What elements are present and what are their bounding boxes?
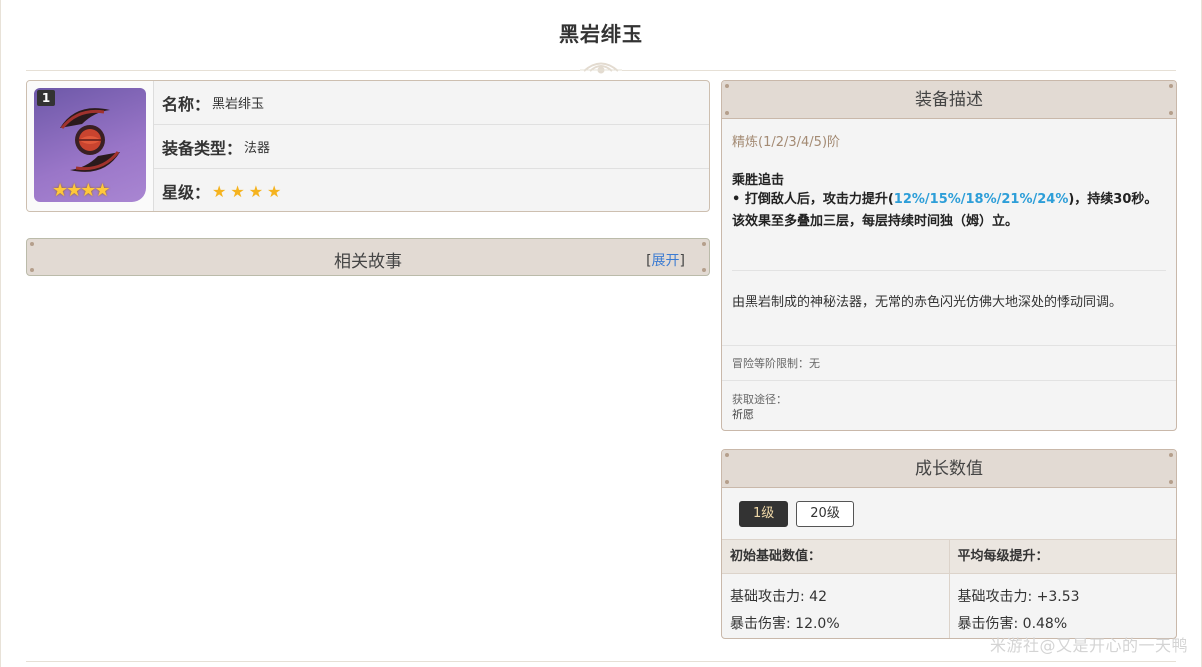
stats-table: 初始基础数值： 平均每级提升： 基础攻击力: 42 暴击伤害: 12.0% 基础… (722, 539, 1177, 638)
skill-prefix: • 打倒敌人后，攻击力提升( (732, 192, 894, 207)
story-section-header: 相关故事 [展开] (26, 238, 710, 276)
skill-values: 12%/15%/18%/21%/24% (893, 192, 1069, 207)
rarity-row: 星级： ★ ★ ★ ★ (154, 169, 709, 211)
avatar-cell: 1 ★★★★ (27, 81, 154, 211)
stats-body-row: 基础攻击力: 42 暴击伤害: 12.0% 基础攻击力: +3.53 暴击伤害:… (722, 574, 1177, 638)
level-tabs: 1级 20级 (739, 501, 854, 527)
divider-ornament-icon (580, 56, 622, 80)
growth-title: 成长数值 (915, 459, 983, 479)
corner-dot (725, 480, 729, 484)
bracket-close: ] (679, 253, 685, 269)
type-label: 装备类型： (162, 138, 243, 158)
divider (722, 380, 1176, 381)
avatar-rarity-stars: ★★★★ (52, 180, 111, 201)
catalyst-icon (60, 108, 120, 172)
growth-header: 成长数值 (722, 450, 1176, 488)
level-tab-20[interactable]: 20级 (796, 501, 854, 527)
skill-name: 乘胜追击 (732, 173, 785, 188)
growth-panel: 成长数值 1级 20级 初始基础数值： 平均每级提升： 基础攻击力: 42 暴击… (721, 449, 1177, 639)
level-tab-1[interactable]: 1级 (739, 501, 789, 527)
level-limit: 冒险等阶限制：无 (732, 357, 820, 370)
name-label: 名称： (162, 94, 211, 114)
name-value: 黑岩绯玉 (212, 97, 265, 112)
star-icon: ★ (230, 181, 245, 201)
source-value: 祈愿 (732, 408, 754, 421)
rarity-label: 星级： (162, 183, 211, 202)
type-row: 装备类型： 法器 (154, 125, 709, 169)
watermark: 米游社@又是开心的一天鸭 (989, 636, 1188, 655)
base-crit-dmg: 暴击伤害: 12.0% (730, 616, 840, 632)
base-stats-header: 初始基础数值： (730, 549, 822, 564)
corner-dot (1169, 111, 1173, 115)
description-title: 装备描述 (915, 90, 983, 110)
divider (732, 270, 1166, 271)
corner-dot (725, 111, 729, 115)
story-expand-link[interactable]: 展开 (652, 253, 680, 269)
weapon-avatar: 1 ★★★★ (34, 88, 146, 202)
corner-dot (30, 242, 34, 246)
type-value: 法器 (244, 141, 271, 156)
info-rows: 名称： 黑岩绯玉 装备类型： 法器 星级： ★ ★ ★ ★ (154, 81, 709, 211)
corner-dot (725, 84, 729, 88)
description-header: 装备描述 (722, 81, 1176, 119)
flavor-text: 由黑岩制成的神秘法器，无常的赤色闪光仿佛大地深处的悸动同调。 (732, 295, 1123, 310)
corner-dot (1169, 84, 1173, 88)
star-icon: ★ (248, 181, 264, 201)
per-level-stats: 基础攻击力: +3.53 暴击伤害: 0.48% (948, 574, 1177, 638)
per-level-header: 平均每级提升： (948, 540, 1177, 573)
corner-dot (725, 453, 729, 457)
star-icon: ★ (212, 181, 227, 201)
story-expand: [展开] (646, 250, 685, 270)
refinement-levels: 精炼(1/2/3/4/5)阶 (732, 135, 841, 150)
divider (722, 345, 1176, 346)
description-panel: 装备描述 精炼(1/2/3/4/5)阶 乘胜追击 • 打倒敌人后，攻击力提升(1… (721, 80, 1177, 431)
bottom-divider (26, 661, 1176, 662)
corner-dot (1169, 453, 1173, 457)
equipment-info-card: 1 ★★★★ 名称： 黑岩绯玉 装备类型： 法器 星级： ★ ★ ★ ★ (26, 80, 710, 212)
story-title: 相关故事 (334, 252, 402, 272)
corner-dot (702, 242, 706, 246)
base-atk: 基础攻击力: 42 (730, 589, 827, 605)
name-row: 名称： 黑岩绯玉 (154, 81, 709, 125)
base-stats: 基础攻击力: 42 暴击伤害: 12.0% (722, 574, 949, 638)
stats-header-row: 初始基础数值： 平均每级提升： (722, 539, 1176, 574)
star-icon: ★ (267, 181, 282, 201)
rarity-stars: ★ ★ ★ ★ (212, 182, 281, 201)
per-level-atk: 基础攻击力: +3.53 (957, 589, 1080, 605)
skill-description: • 打倒敌人后，攻击力提升(12%/15%/18%/21%/24%)，持续30秒… (732, 189, 1168, 233)
corner-dot (1169, 480, 1173, 484)
page-title: 黑岩绯玉 (559, 22, 643, 46)
source-label: 获取途径： (732, 393, 787, 406)
